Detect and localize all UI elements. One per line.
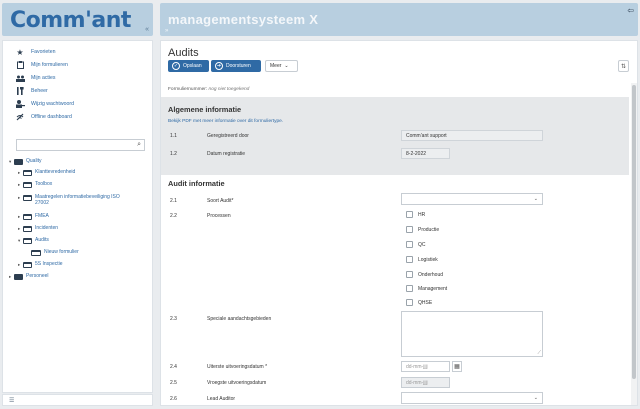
- row-number: 2.6: [170, 396, 177, 402]
- exit-icon[interactable]: ⇦: [627, 6, 634, 15]
- folder-icon: [23, 237, 32, 244]
- sidebar-item-label: Wijzig wachtwoord: [31, 101, 74, 107]
- save-button[interactable]: ✓ Opslaan: [168, 60, 209, 72]
- section-title-audit: Audit informatie: [168, 179, 225, 188]
- resize-handle-icon[interactable]: ⟋: [537, 350, 541, 356]
- process-checkbox-logistiek[interactable]: Logistiek: [406, 256, 438, 263]
- row-label: Geregistreerd door: [207, 133, 249, 139]
- menu-icon[interactable]: ☰: [9, 397, 14, 404]
- logo: Comm'ant: [10, 8, 131, 33]
- tree-item-fmea[interactable]: ▸ FMEA: [18, 213, 49, 220]
- folder-icon: [14, 158, 23, 165]
- new-form-icon: [31, 249, 41, 256]
- process-checkbox-hr[interactable]: HR: [406, 211, 425, 218]
- row-number: 1.1: [170, 133, 177, 139]
- folder-icon: [23, 194, 32, 201]
- sidebar-item-mijn-acties[interactable]: Mijn acties: [15, 73, 56, 83]
- folder-icon: [14, 273, 23, 280]
- folder-icon: [23, 225, 32, 232]
- audit-type-select[interactable]: ⌄: [401, 193, 543, 205]
- registered-by-field: Comm'ant support: [401, 130, 543, 141]
- sidebar-item-wijzig-wachtwoord[interactable]: Wijzig wachtwoord: [15, 99, 74, 109]
- sidebar-search-input[interactable]: ⌕: [16, 139, 145, 151]
- process-checkbox-qhse[interactable]: QHSE: [406, 299, 432, 306]
- process-checkbox-onderhoud[interactable]: Onderhoud: [406, 271, 443, 278]
- row-label: Lead Auditor: [207, 396, 236, 402]
- tree-item-audits[interactable]: ▾ Audits: [18, 237, 49, 244]
- row-label: Datum registratie: [207, 151, 246, 157]
- sort-icon[interactable]: ⇅: [618, 60, 629, 72]
- process-checkbox-productie[interactable]: Productie: [406, 226, 439, 233]
- sidebar-item-label: Mijn formulieren: [31, 62, 68, 68]
- tree-item-nieuw-formulier[interactable]: Nieuw formulier: [31, 249, 79, 256]
- people-icon: [15, 75, 25, 82]
- page-title: managementsysteem X: [168, 12, 319, 27]
- tree-item-quality[interactable]: ▾ Quality: [9, 158, 42, 165]
- star-icon: ★: [16, 47, 24, 57]
- process-checkbox-qc[interactable]: QC: [406, 241, 426, 248]
- tree-item-klanttevredenheid[interactable]: ▸ Klanttevredenheid: [18, 169, 75, 176]
- row-label: Vroegste uitvoeringsdatum: [207, 380, 267, 386]
- chevron-down-icon: ⌄: [533, 395, 538, 401]
- user-key-icon: [15, 100, 25, 108]
- folder-icon: [23, 181, 32, 188]
- tree-item-maatregelen[interactable]: ▸ Maatregelen informatiebeveiliging ISO …: [18, 194, 125, 206]
- sidebar-item-offline-dashboard[interactable]: Offline dashboard: [15, 112, 72, 122]
- logo-area: Comm'ant «: [2, 3, 153, 36]
- sidebar-item-beheer[interactable]: Beheer: [15, 86, 48, 96]
- expand-sidebar-button[interactable]: »: [165, 28, 168, 34]
- offline-icon: [15, 113, 25, 121]
- sidebar-item-favorieten[interactable]: ★ Favorieten: [15, 47, 56, 57]
- earliest-date-input: dd-mm-jjjj: [401, 377, 450, 388]
- more-button[interactable]: Meer ⌄: [265, 60, 298, 72]
- tree-item-toolbox[interactable]: ▸ Toolbox: [18, 181, 52, 188]
- form-panel: Audits ✓ Opslaan ➔ Doorsturen Meer ⌄ ⇅ F…: [160, 40, 638, 406]
- lead-auditor-select[interactable]: ⌄: [401, 392, 543, 404]
- tree-item-incidenten[interactable]: ▸ Incidenten: [18, 225, 58, 232]
- forward-icon: ➔: [215, 62, 223, 70]
- form-title: Audits: [168, 47, 199, 59]
- sidebar-footer: ☰: [2, 394, 153, 406]
- row-number: 2.5: [170, 380, 177, 386]
- row-number: 2.1: [170, 198, 177, 204]
- row-number: 1.2: [170, 151, 177, 157]
- sidebar-item-mijn-formulieren[interactable]: Mijn formulieren: [15, 60, 68, 70]
- row-number: 2.2: [170, 213, 177, 219]
- collapse-sidebar-button[interactable]: «: [145, 26, 149, 33]
- sidebar-item-label: Offline dashboard: [31, 114, 72, 120]
- app-window: Comm'ant « ★ Favorieten Mijn formulieren…: [0, 0, 640, 409]
- pdf-info-link[interactable]: Bekijk PDF met meer informatie over dit …: [168, 119, 283, 124]
- folder-icon: [23, 169, 32, 176]
- clipboard-icon: [15, 61, 25, 69]
- chevron-down-icon: ⌄: [533, 196, 538, 202]
- row-label: Processen: [207, 213, 231, 219]
- sidebar-item-label: Favorieten: [31, 49, 56, 55]
- latest-date-input[interactable]: dd-mm-jjjj: [401, 361, 450, 372]
- tools-icon: [15, 87, 25, 95]
- header-bar: managementsysteem X » ⇦: [160, 3, 638, 36]
- scrollbar-thumb[interactable]: [632, 85, 636, 379]
- special-attention-textarea[interactable]: ⟋: [401, 311, 543, 357]
- form-number: Formuliernummer: nog niet toegekend: [168, 87, 250, 92]
- sidebar-item-label: Mijn acties: [31, 75, 56, 81]
- section-title-general: Algemene informatie: [168, 105, 242, 114]
- tree-item-personeel[interactable]: ▸ Personeel: [9, 273, 49, 280]
- tree-item-5s-inspectie[interactable]: ▸ 5S Inspectie: [18, 261, 63, 268]
- process-checkbox-management[interactable]: Management: [406, 285, 447, 292]
- forward-button[interactable]: ➔ Doorsturen: [211, 60, 261, 72]
- chevron-down-icon: ⌄: [284, 63, 289, 69]
- calendar-icon[interactable]: ▦: [452, 361, 462, 372]
- sidebar: ★ Favorieten Mijn formulieren Mijn actie…: [2, 40, 153, 393]
- check-icon: ✓: [172, 62, 180, 70]
- search-icon[interactable]: ⌕: [137, 141, 141, 149]
- sidebar-item-label: Beheer: [31, 88, 48, 94]
- folder-icon: [23, 261, 32, 268]
- row-label: Soort Audit*: [207, 198, 234, 204]
- row-number: 2.4: [170, 364, 177, 370]
- row-number: 2.3: [170, 316, 177, 322]
- row-label: Uiterste uitvoeringsdatum *: [207, 364, 268, 370]
- folder-icon: [23, 213, 32, 220]
- row-label: Speciale aandachtsgebieden: [207, 316, 272, 322]
- registration-date-field: 8-2-2022: [401, 148, 450, 159]
